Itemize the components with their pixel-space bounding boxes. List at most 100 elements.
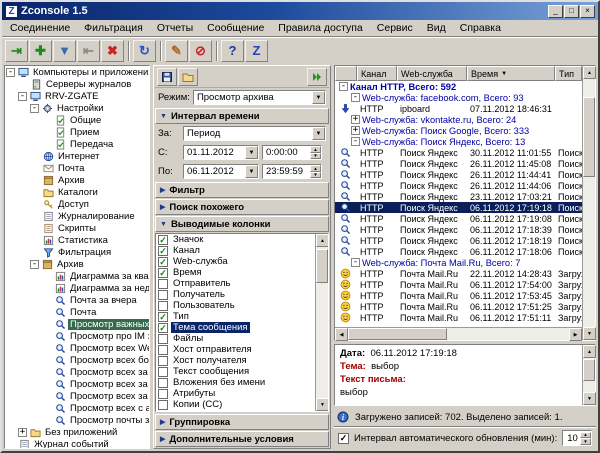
tree-item[interactable]: -RRV-ZGATE [5, 90, 149, 102]
checkbox-icon[interactable] [158, 301, 168, 311]
tree-item[interactable]: Диаграмма за квартал [5, 270, 149, 282]
menu-item[interactable]: Фильтрация [77, 21, 150, 35]
table-row[interactable]: HTTPПоиск Яндекс26.11.2012 11:44:41Поиск [335, 169, 582, 180]
scroll-down-button[interactable] [316, 398, 329, 411]
column-option[interactable]: Хост отправителя [156, 344, 315, 355]
about-z-button[interactable]: Z [245, 40, 268, 62]
tree-item[interactable]: -Компьютеры и приложения [5, 66, 149, 78]
tree-item[interactable]: +Без приложений [5, 426, 149, 438]
menu-item[interactable]: Соединение [3, 21, 77, 35]
table-row[interactable]: HTTPПочта Mail.Ru06.11.2012 17:53:45Загр… [335, 290, 582, 301]
table-row[interactable]: HTTPПоиск Яндекс30.11.2012 11:01:55Поиск [335, 147, 582, 158]
spinner-arrows[interactable] [310, 165, 321, 178]
column-option[interactable]: Текст сообщения [156, 366, 315, 377]
auto-refresh-checkbox[interactable] [338, 433, 349, 444]
help-button[interactable]: ? [221, 40, 244, 62]
scroll-thumb[interactable] [583, 359, 595, 381]
column-option[interactable]: Вложения без имени [156, 377, 315, 388]
menu-item[interactable]: Отчеты [150, 21, 200, 35]
menu-item[interactable]: Сообщение [200, 21, 271, 35]
table-horizontal-scrollbar[interactable] [335, 327, 582, 340]
column-option[interactable]: Файлы [156, 333, 315, 344]
chevron-down-icon[interactable] [245, 146, 258, 159]
section-grouping[interactable]: Группировка [155, 414, 329, 430]
collapse-icon[interactable]: - [339, 82, 348, 91]
table-row[interactable]: HTTPПоиск Яндекс26.11.2012 11:45:08Поиск [335, 158, 582, 169]
column-option[interactable]: Пользователь [156, 300, 315, 311]
column-option[interactable]: Получатель [156, 289, 315, 300]
expand-icon[interactable]: + [18, 428, 27, 437]
tree-item[interactable]: Просмотр всех за неделю [5, 390, 149, 402]
scroll-track[interactable] [583, 358, 595, 392]
collapse-icon[interactable]: - [351, 258, 360, 267]
tree-item[interactable]: -Настройки [5, 102, 149, 114]
chevron-down-icon[interactable] [245, 165, 258, 178]
date-from-select[interactable]: 01.11.2012 [183, 145, 259, 160]
checkbox-icon[interactable] [158, 246, 168, 256]
scroll-thumb[interactable] [316, 249, 328, 283]
tree-item[interactable]: Просмотр про IM за неделю [5, 330, 149, 342]
group-row[interactable]: -Web-служба: facebook.com, Всего: 93 [335, 92, 582, 103]
date-to-select[interactable]: 06.11.2012 [183, 164, 259, 179]
collapse-icon[interactable]: - [30, 260, 39, 269]
table-row[interactable]: HTTPПоиск Яндекс26.11.2012 11:44:06Поиск [335, 180, 582, 191]
columns-scrollbar[interactable] [315, 234, 328, 411]
checkbox-icon[interactable] [158, 235, 168, 245]
period-select[interactable]: Период [183, 126, 326, 141]
checkbox-icon[interactable] [158, 290, 168, 300]
table-row[interactable]: HTTPipboard07.11.2012 18:46:31 [335, 103, 582, 114]
table-row[interactable]: HTTPПоиск Яндекс06.11.2012 17:19:18Поиск [335, 202, 582, 213]
table-row[interactable]: HTTPПоиск Яндекс06.11.2012 17:19:08Поиск [335, 213, 582, 224]
stop-button[interactable]: ⊘ [189, 40, 212, 62]
checkbox-icon[interactable] [158, 367, 168, 377]
tree-item[interactable]: Почта [5, 306, 149, 318]
scroll-track[interactable] [583, 79, 595, 327]
column-option[interactable]: Тип [156, 311, 315, 322]
scroll-left-button[interactable] [335, 328, 348, 341]
open-button[interactable] [178, 68, 198, 86]
tree-item[interactable]: Просмотр всех Web за неделю [5, 342, 149, 354]
tree-item[interactable]: Интернет [5, 150, 149, 162]
save-button[interactable] [157, 68, 177, 86]
table-row[interactable]: HTTPПоиск Яндекс06.11.2012 17:18:19Поиск [335, 235, 582, 246]
table-row[interactable]: HTTPПоиск Яндекс23.11.2012 17:03:21Поиск [335, 191, 582, 202]
tree-item[interactable]: Общие [5, 114, 149, 126]
tree-item[interactable]: Доступ [5, 198, 149, 210]
column-option[interactable]: Значок [156, 234, 315, 245]
spin-down-icon[interactable] [310, 172, 321, 179]
tree-item[interactable]: Просмотр всех с атрибутами за н... [5, 402, 149, 414]
checkbox-icon[interactable] [158, 323, 168, 333]
disconnect-button[interactable]: ⇤ [77, 40, 100, 62]
tree-item[interactable]: Журналирование [5, 210, 149, 222]
refresh-button[interactable]: ↻ [133, 40, 156, 62]
add-computer-button[interactable]: ✚ [29, 40, 52, 62]
tree-item[interactable]: Прием [5, 126, 149, 138]
collapse-icon[interactable]: - [6, 68, 15, 77]
column-header[interactable]: Web-служба [397, 66, 467, 81]
tree-item[interactable]: Почта [5, 162, 149, 174]
section-output-columns[interactable]: Выводимые колонки [155, 216, 329, 232]
group-row[interactable]: -Web-служба: Почта Mail.Ru, Всего: 7 [335, 257, 582, 268]
menu-item[interactable]: Справка [453, 21, 508, 35]
group-row[interactable]: +Web-служба: vkontakte.ru, Всего: 24 [335, 114, 582, 125]
tree-item[interactable]: Просмотр почты за неделю [5, 414, 149, 426]
tree-item[interactable]: Диаграмма за неделю [5, 282, 149, 294]
menu-item[interactable]: Сервис [370, 21, 420, 35]
table-row[interactable]: HTTPПочта Mail.Ru06.11.2012 17:51:11Загр… [335, 312, 582, 323]
table-row[interactable]: HTTPПочта Mail.Ru06.11.2012 17:54:00Загр… [335, 279, 582, 290]
tree-item[interactable]: Серверы журналов [5, 78, 149, 90]
chevron-down-icon[interactable] [312, 91, 325, 104]
scroll-up-button[interactable] [316, 234, 329, 247]
tree-item[interactable]: Скрипты [5, 222, 149, 234]
column-option[interactable]: Хост получателя [156, 355, 315, 366]
column-header[interactable]: Время▼ [467, 66, 555, 81]
minimize-button[interactable]: _ [548, 5, 563, 18]
column-header[interactable]: Тип [555, 66, 582, 81]
section-filter[interactable]: Фильтр [155, 182, 329, 198]
checkbox-icon[interactable] [158, 356, 168, 366]
time-from-spinner[interactable]: 0:00:00 [262, 145, 322, 160]
refresh-interval-spinner[interactable]: 10 [562, 430, 592, 446]
column-option[interactable]: Тема сообщения [156, 322, 315, 333]
tree-item[interactable]: Почта за вчера [5, 294, 149, 306]
section-interval[interactable]: Интервал времени [155, 108, 329, 124]
